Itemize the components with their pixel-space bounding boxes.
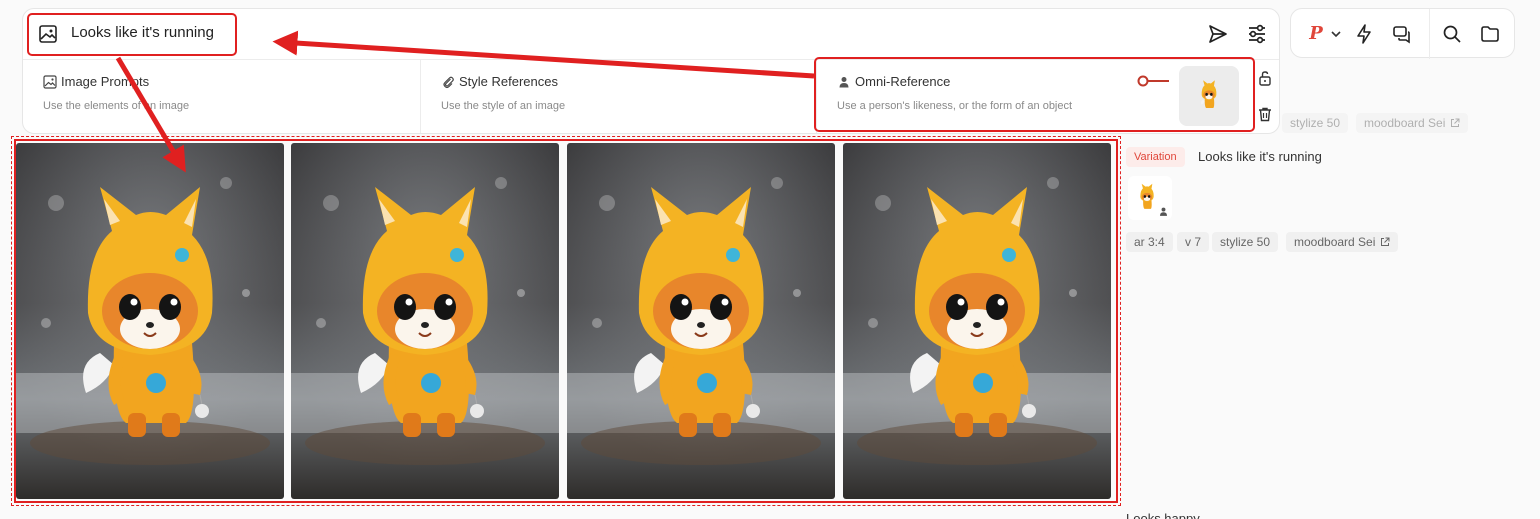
image-icon — [43, 74, 57, 89]
send-icon[interactable] — [1207, 23, 1229, 45]
prompt-card: Looks like it's running Image Prompts Us… — [22, 8, 1280, 134]
folder-icon[interactable] — [1479, 23, 1501, 45]
ref-image-prompts-header: Image Prompts — [43, 74, 149, 89]
external-link-icon — [1451, 118, 1460, 127]
tag-label: moodboard Sei — [1364, 116, 1446, 130]
fox-thumbnail-image — [1201, 80, 1217, 109]
generated-image-2[interactable] — [291, 143, 559, 499]
prompt-row[interactable]: Looks like it's running — [23, 9, 1279, 59]
tag-label: moodboard Sei — [1294, 235, 1376, 249]
generated-image-4[interactable] — [843, 143, 1111, 499]
ref-title: Style References — [459, 74, 558, 89]
generated-image-1[interactable] — [16, 143, 284, 499]
ref-omni-reference[interactable]: Omni-Reference Use a person's likeness, … — [817, 60, 1279, 133]
trash-icon[interactable] — [1257, 106, 1273, 122]
omni-reference-thumbnail[interactable] — [1179, 66, 1239, 126]
tag-moodboard[interactable]: moodboard Sei — [1286, 232, 1399, 252]
ref-description: Use a person's likeness, or the form of … — [837, 100, 1073, 112]
toolbar-divider — [1429, 9, 1430, 59]
chevron-down-icon[interactable] — [1329, 23, 1343, 45]
tag-stylize[interactable]: stylize 50 — [1282, 113, 1349, 133]
prompt-text[interactable]: Looks like it's running — [71, 24, 214, 41]
ref-title: Image Prompts — [61, 74, 150, 89]
external-link-icon — [1381, 237, 1390, 246]
fox-image — [16, 143, 284, 499]
ref-omni-reference-header: Omni-Reference — [837, 74, 950, 89]
fox-image — [567, 143, 835, 499]
person-icon — [839, 76, 849, 87]
ref-style-references[interactable]: Style References Use the style of an ima… — [421, 60, 817, 133]
ref-description: Use the style of an image — [441, 100, 566, 112]
unlock-icon[interactable] — [1257, 70, 1273, 86]
image-icon — [39, 25, 57, 43]
tag-version[interactable]: v 7 — [1177, 232, 1210, 252]
tag-moodboard[interactable]: moodboard Sei — [1356, 113, 1469, 133]
fox-image — [291, 143, 559, 499]
ref-image-prompts[interactable]: Image Prompts Use the elements of an ima… — [23, 60, 421, 133]
chat-icon[interactable] — [1391, 23, 1413, 45]
fox-image — [843, 143, 1111, 499]
search-icon[interactable] — [1441, 23, 1463, 45]
tag-aspect-ratio[interactable]: ar 3:4 — [1126, 232, 1173, 252]
top-toolbar: P — [1290, 8, 1515, 59]
generated-image-3[interactable] — [567, 143, 835, 499]
ref-title: Omni-Reference — [855, 74, 951, 89]
ref-style-references-header: Style References — [441, 74, 558, 89]
next-job-prompt[interactable]: Looks happy — [1126, 511, 1200, 519]
paperclip-icon — [443, 76, 454, 88]
tag-stylize[interactable]: stylize 50 — [1212, 232, 1279, 252]
ref-description: Use the elements of an image — [43, 100, 190, 112]
weight-slider[interactable] — [1137, 74, 1171, 88]
lightning-icon[interactable] — [1353, 23, 1375, 45]
job-reference-thumbnail[interactable] — [1128, 176, 1172, 220]
settings-sliders-icon[interactable] — [1246, 23, 1268, 45]
profile-brand-letter[interactable]: P — [1305, 23, 1327, 45]
job-prompt-text[interactable]: Looks like it's running — [1198, 149, 1322, 164]
person-icon — [1159, 207, 1168, 216]
variation-badge: Variation — [1126, 147, 1185, 167]
